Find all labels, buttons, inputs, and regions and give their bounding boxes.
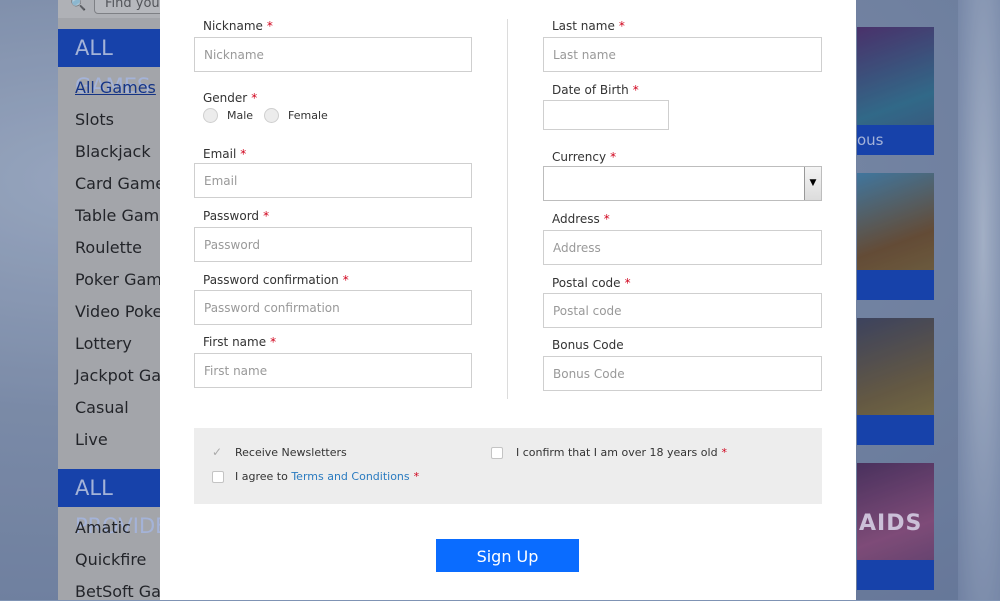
registration-modal: Nickname* Gender* Male Female Email* Pas… bbox=[160, 0, 856, 600]
password-label: Password * bbox=[203, 209, 270, 223]
address-label: Address * bbox=[552, 212, 610, 226]
password-field[interactable] bbox=[194, 227, 472, 262]
column-divider bbox=[507, 19, 508, 399]
terms-checkbox[interactable] bbox=[212, 471, 224, 483]
last-name-label: Last name * bbox=[552, 19, 625, 33]
password-confirmation-field[interactable] bbox=[194, 290, 472, 325]
newsletter-checkbox[interactable]: ✓ bbox=[212, 446, 224, 458]
age-confirm-checkbox[interactable] bbox=[491, 447, 503, 459]
postal-code-field[interactable] bbox=[543, 293, 822, 328]
dob-field[interactable] bbox=[543, 100, 669, 130]
email-label: Email * bbox=[203, 147, 247, 161]
postal-code-label: Postal code * bbox=[552, 276, 631, 290]
bonus-code-label: Bonus Code bbox=[552, 338, 624, 352]
chevron-down-icon[interactable]: ▼ bbox=[804, 167, 821, 200]
gender-male-radio[interactable] bbox=[203, 108, 218, 123]
newsletter-label: Receive Newsletters bbox=[235, 446, 347, 459]
agreements-panel: ✓ Receive Newsletters I confirm that I a… bbox=[194, 428, 822, 504]
bonus-code-field[interactable] bbox=[543, 356, 822, 391]
gender-male-label: Male bbox=[227, 109, 254, 122]
nickname-label: Nickname * bbox=[203, 19, 273, 33]
nickname-field[interactable] bbox=[194, 37, 472, 72]
terms-link[interactable]: Terms and Conditions bbox=[291, 470, 409, 483]
age-confirm-label: I confirm that I am over 18 years old * bbox=[516, 446, 728, 459]
password-confirmation-label: Password confirmation * bbox=[203, 273, 349, 287]
dob-label: Date of Birth * bbox=[552, 83, 639, 97]
terms-label: I agree to Terms and Conditions * bbox=[235, 470, 420, 483]
address-field[interactable] bbox=[543, 230, 822, 265]
first-name-field[interactable] bbox=[194, 353, 472, 388]
first-name-label: First name * bbox=[203, 335, 277, 349]
gender-label: Gender * bbox=[203, 91, 258, 105]
currency-select[interactable]: ▼ bbox=[543, 166, 822, 201]
currency-label: Currency * bbox=[552, 150, 617, 164]
last-name-field[interactable] bbox=[543, 37, 822, 72]
gender-female-label: Female bbox=[288, 109, 328, 122]
email-field[interactable] bbox=[194, 163, 472, 198]
gender-female-radio[interactable] bbox=[264, 108, 279, 123]
sign-up-button[interactable]: Sign Up bbox=[436, 539, 579, 572]
